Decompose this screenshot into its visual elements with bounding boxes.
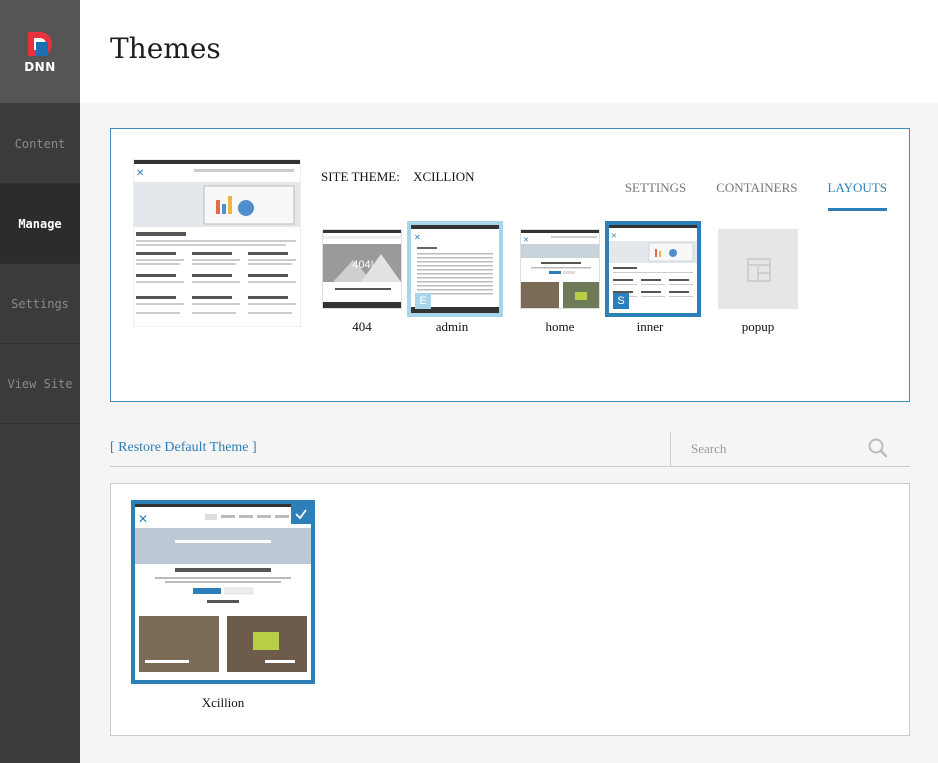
svg-text:✕: ✕ [136,168,144,179]
sidebar-item-settings[interactable]: Settings [0,264,80,344]
tab-containers[interactable]: CONTAINERS [716,180,797,208]
layout-thumbnail [718,229,798,309]
layout-badge-site: S [613,293,629,309]
layout-name: popup [741,319,775,334]
layout-item-404[interactable]: 404! 404 [317,229,407,335]
site-theme-panel: ✕ SITE THEME: XCILLION SETTINGS CONTAINE… [110,128,910,402]
divider [110,466,910,467]
tab-layouts[interactable]: LAYOUTS [827,180,887,211]
layout-404-heading: 404! [352,259,373,271]
logo[interactable]: DNN [0,0,80,103]
sidebar-item-manage[interactable]: Manage [0,184,80,264]
search-icon[interactable] [868,438,888,458]
site-theme-preview: ✕ [133,159,301,327]
site-theme-value: XCILLION [413,169,475,184]
layout-name: admin [435,319,469,334]
theme-name: Xcillion [201,695,245,710]
layout-placeholder-icon [747,258,771,282]
selected-check-icon [291,504,311,524]
themes-list-panel: ✕ Xcillion [110,483,910,736]
layout-thumbnail: 404! [322,229,402,309]
site-theme-label: SITE THEME: [321,169,400,184]
layout-item-home[interactable]: ✕ home [515,229,605,335]
site-preview-image: ✕ [134,160,300,314]
search-input[interactable] [691,438,871,460]
logo-text: DNN [24,60,56,74]
theme-tabs: SETTINGS CONTAINERS LAYOUTS [599,179,887,211]
site-theme-info: SITE THEME: XCILLION [321,169,474,185]
layout-name: inner [636,319,664,334]
svg-text:✕: ✕ [523,236,529,244]
layout-badge-edit: E [415,293,431,309]
tab-settings[interactable]: SETTINGS [625,180,686,208]
layout-name: home [545,319,575,334]
restore-default-theme-link[interactable]: [ Restore Default Theme ] [110,440,257,456]
page-title: Themes [110,32,221,65]
sidebar-item-content[interactable]: Content [0,104,80,184]
sidebar: DNN Content Manage Settings View Site [0,0,80,763]
layout-item-inner[interactable]: ✕ S inner [605,221,701,335]
dnn-logo-icon [28,32,52,56]
theme-thumbnail: ✕ [135,504,311,672]
layout-name: 404 [352,319,372,334]
theme-card-xcillion[interactable]: ✕ [131,500,315,684]
svg-text:✕: ✕ [611,232,617,240]
svg-text:✕: ✕ [138,512,148,526]
svg-text:✕: ✕ [414,233,421,242]
layout-thumbnail: ✕ E [407,221,503,317]
layout-item-popup[interactable]: popup [713,229,803,335]
page-header: Themes [80,0,938,103]
sidebar-item-view-site[interactable]: View Site [0,344,80,424]
layout-thumbnail: ✕ S [605,221,701,317]
layout-item-admin[interactable]: ✕ E admin [407,221,503,335]
layout-thumbnail: ✕ [520,229,600,309]
search-box [670,432,910,466]
